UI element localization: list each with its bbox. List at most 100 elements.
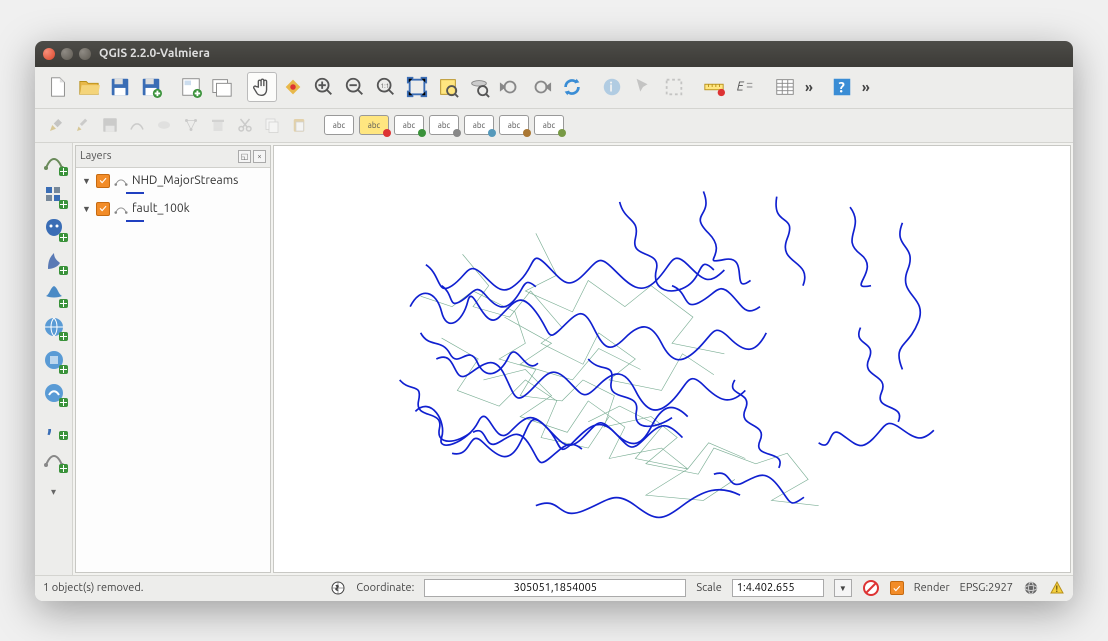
add-wms-button[interactable] [39,312,69,342]
measure-button[interactable] [699,72,729,102]
status-message: 1 object(s) removed. [43,582,144,594]
layer-visibility-checkbox[interactable] [96,202,110,216]
identify-button[interactable]: i [597,72,627,102]
add-delimited-button[interactable]: , [39,411,69,441]
zoom-in-button[interactable] [309,72,339,102]
line-layer-icon [114,174,128,188]
zoom-last-button[interactable] [495,72,525,102]
save-project-button[interactable] [105,72,135,102]
composer-manager-button[interactable] [207,72,237,102]
zoom-out-button[interactable] [340,72,370,102]
help-button[interactable]: ? [827,72,857,102]
window-minimize-button[interactable] [61,48,73,60]
titlebar: QGIS 2.2.0-Valmiera [35,41,1073,67]
zoom-selection-button[interactable] [433,72,463,102]
layers-tree[interactable]: ▼ NHD_MajorStreams ▼ fault_100k [76,168,270,572]
label-tool-5[interactable]: abc [464,115,494,135]
add-wcs-button[interactable] [39,345,69,375]
svg-text:i: i [609,81,613,95]
delete-button[interactable] [205,112,231,138]
toolbar-overflow-2[interactable]: » [858,79,874,95]
label-tool-7[interactable]: abc [534,115,564,135]
deselect-button[interactable] [659,72,689,102]
crs-label: EPSG:2927 [960,582,1013,594]
layer-visibility-checkbox[interactable] [96,174,110,188]
crs-button[interactable] [1023,580,1039,596]
move-feature-button[interactable] [151,112,177,138]
map-canvas[interactable] [273,145,1071,573]
collapse-icon[interactable]: ▼ [82,176,92,186]
refresh-button[interactable] [557,72,587,102]
new-composer-button[interactable] [176,72,206,102]
layers-close-button[interactable]: × [253,150,266,163]
edits-button[interactable] [43,112,69,138]
layer-name: NHD_MajorStreams [132,174,238,187]
new-project-button[interactable] [43,72,73,102]
attribute-table-button[interactable] [770,72,800,102]
map-render [274,146,1070,572]
render-label: Render [914,582,950,594]
window-title: QGIS 2.2.0-Valmiera [99,47,210,60]
label-tool-2[interactable]: abc [359,115,389,135]
messages-button[interactable]: ! [1049,580,1065,596]
svg-text:E: E [737,80,745,94]
add-raster-button[interactable] [39,180,69,210]
node-tool-button[interactable] [178,112,204,138]
label-tool-3[interactable]: abc [394,115,424,135]
svg-text:,: , [47,414,52,436]
save-edits-button[interactable] [97,112,123,138]
label-tool-6[interactable]: abc [499,115,529,135]
cut-button[interactable] [232,112,258,138]
toggle-extents-icon[interactable] [330,580,346,596]
render-checkbox[interactable] [890,581,904,595]
open-project-button[interactable] [74,72,104,102]
label-tool-4[interactable]: abc [429,115,459,135]
layers-panel-title: Layers [80,150,112,162]
qgis-window: QGIS 2.2.0-Valmiera 1:1 i E » ? » [35,41,1073,601]
coordinate-label: Coordinate: [356,582,414,594]
layers-undock-button[interactable]: ◱ [238,150,251,163]
window-close-button[interactable] [43,48,55,60]
add-vector-button[interactable] [39,147,69,177]
toolbar-overflow-1[interactable]: » [801,79,817,95]
scale-input[interactable] [732,579,824,597]
zoom-layer-button[interactable] [464,72,494,102]
scale-dropdown-button[interactable]: ▼ [834,579,852,597]
main-toolbar: 1:1 i E » ? » [35,67,1073,109]
digitizing-toolbar: abc abc abc abc abc abc abc [35,109,1073,143]
stop-render-icon[interactable] [862,579,880,597]
label-tool-1[interactable]: abc [324,115,354,135]
layer-overflow[interactable]: ▾ [39,477,69,507]
line-layer-icon [114,202,128,216]
collapse-icon[interactable]: ▼ [82,204,92,214]
zoom-next-button[interactable] [526,72,556,102]
layers-panel-header: Layers ◱ × [76,146,270,168]
layer-item-fault[interactable]: ▼ fault_100k [78,200,268,218]
zoom-full-button[interactable] [402,72,432,102]
save-as-button[interactable] [136,72,166,102]
pan-to-selection-button[interactable] [278,72,308,102]
zoom-native-button[interactable]: 1:1 [371,72,401,102]
add-postgis-button[interactable] [39,213,69,243]
window-maximize-button[interactable] [79,48,91,60]
add-wfs-button[interactable] [39,378,69,408]
new-shapefile-button[interactable] [39,444,69,474]
pan-button[interactable] [247,72,277,102]
layer-legend-swatch [126,220,144,222]
coordinate-input[interactable] [424,579,686,597]
layer-legend-swatch [126,192,144,194]
content-area: , ▾ Layers ◱ × ▼ NHD_MajorStreams [35,143,1073,575]
add-spatialite-button[interactable] [39,246,69,276]
layer-name: fault_100k [132,202,190,215]
statusbar: 1 object(s) removed. Coordinate: Scale ▼… [35,575,1073,601]
select-button[interactable] [628,72,658,102]
svg-text:?: ? [838,79,845,96]
add-feature-button[interactable] [124,112,150,138]
toggle-edit-button[interactable] [70,112,96,138]
svg-text:1:1: 1:1 [381,83,390,90]
layer-item-streams[interactable]: ▼ NHD_MajorStreams [78,172,268,190]
map-tips-button[interactable]: E [730,72,760,102]
copy-button[interactable] [259,112,285,138]
add-mssql-button[interactable] [39,279,69,309]
paste-button[interactable] [286,112,312,138]
